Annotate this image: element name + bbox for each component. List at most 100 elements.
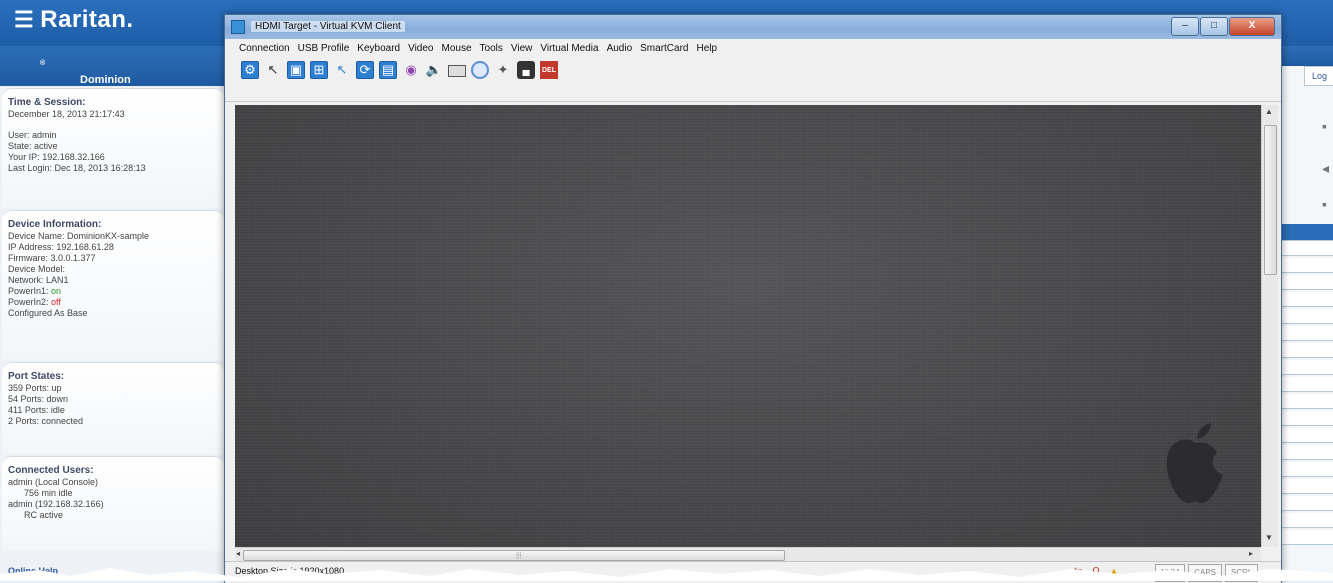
table-row[interactable]	[1282, 292, 1333, 307]
sync-mouse-icon[interactable]: ↖	[333, 61, 351, 79]
minimize-button[interactable]: –	[1171, 17, 1199, 36]
device-configured: Configured As Base	[8, 308, 88, 318]
torn-edge	[0, 568, 1333, 581]
auto-sense-video-icon[interactable]: ▤	[379, 61, 397, 79]
menu-mouse[interactable]: Mouse	[438, 43, 476, 54]
table-row[interactable]	[1282, 411, 1333, 426]
powerin2-status: off	[51, 297, 61, 307]
device-model: Device Model:	[8, 264, 66, 274]
table-row[interactable]	[1282, 428, 1333, 443]
refresh-screen-icon[interactable]: ⟳	[356, 61, 374, 79]
time-session-title: Time & Session:	[8, 97, 86, 108]
shortcut-icon: ▪	[1322, 196, 1327, 212]
time-session-panel: Time & Session: December 18, 2013 21:17:…	[2, 88, 224, 208]
table-row[interactable]	[1282, 360, 1333, 375]
device-name: Device Name: DominionKX-sample	[8, 231, 150, 241]
table-row[interactable]	[1282, 496, 1333, 511]
session-last-login: Last Login: Dec 18, 2013 16:28:13	[8, 163, 146, 173]
device-info-title: Device Information:	[8, 219, 102, 230]
kvm-app-icon	[231, 20, 245, 34]
virtual-media-drive-icon[interactable]	[448, 65, 466, 77]
port-state-line: 411 Ports: idle	[8, 405, 65, 415]
powerin1: PowerIn1: on	[8, 286, 62, 296]
window-title: HDMI Target - Virtual KVM Client	[251, 21, 405, 32]
session-state: State: active	[8, 141, 58, 151]
menu-virtual-media[interactable]: Virtual Media	[536, 43, 602, 54]
kvm-client-window: HDMI Target - Virtual KVM Client – □ X C…	[224, 14, 1282, 583]
screenshot-camera-icon[interactable]: ▄	[517, 61, 535, 79]
window-titlebar[interactable]: HDMI Target - Virtual KVM Client – □ X	[225, 15, 1281, 39]
menu-smartcard[interactable]: SmartCard	[636, 43, 692, 54]
video-settings-icon[interactable]: ◉	[402, 61, 420, 79]
connected-user-line: 756 min idle	[24, 488, 73, 498]
menu-usb-profile[interactable]: USB Profile	[294, 43, 354, 54]
connection-properties-icon[interactable]: ⚙	[241, 61, 259, 79]
table-row[interactable]	[1282, 343, 1333, 358]
menu-tools[interactable]: Tools	[476, 43, 507, 54]
shortcut-icon: ◂	[1322, 160, 1330, 176]
table-row[interactable]	[1282, 241, 1333, 256]
device-ip: IP Address: 192.168.61.28	[8, 242, 114, 252]
device-network: Network: LAN1	[8, 275, 69, 285]
log-tab[interactable]: Log	[1304, 66, 1333, 86]
device-info-panel: Device Information: Device Name: Dominio…	[2, 210, 224, 360]
table-row[interactable]	[1282, 326, 1333, 341]
brand-name: Raritan.	[40, 6, 134, 33]
scroll-left-arrow-icon[interactable]: ◂	[236, 549, 240, 558]
connected-users-title: Connected Users:	[8, 465, 94, 476]
smartcard-icon[interactable]: ✦	[494, 61, 512, 79]
table-row[interactable]	[1282, 258, 1333, 273]
port-state-line: 359 Ports: up	[8, 383, 62, 393]
menu-bar: Connection USB Profile Keyboard Video Mo…	[225, 39, 1281, 57]
scaling-icon[interactable]: ⊞	[310, 61, 328, 79]
session-datetime: December 18, 2013 21:17:43	[8, 109, 125, 119]
port-state-line: 2 Ports: connected	[8, 416, 84, 426]
apple-logo-icon	[1166, 423, 1223, 503]
menu-video[interactable]: Video	[404, 43, 437, 54]
product-bar: Dominion ®	[0, 46, 226, 86]
product-name: Dominion ®	[40, 60, 131, 86]
table-row[interactable]	[1282, 513, 1333, 528]
ctrl-alt-del-icon[interactable]: DEL	[540, 61, 558, 79]
table-row[interactable]	[1282, 445, 1333, 460]
table-row[interactable]	[1282, 224, 1333, 241]
menu-help[interactable]: Help	[693, 43, 722, 54]
vertical-scroll-thumb[interactable]	[1264, 125, 1277, 275]
table-row[interactable]	[1282, 309, 1333, 324]
menu-view[interactable]: View	[507, 43, 537, 54]
audio-icon[interactable]: 🔈	[425, 61, 443, 79]
toolbar: ⚙ ↖ ▣ ⊞ ↖ ⟳ ▤ ◉ 🔈 ✦ ▄ DEL	[225, 57, 1281, 102]
device-firmware: Firmware: 3.0.0.1.377	[8, 253, 96, 263]
table-row[interactable]	[1282, 377, 1333, 392]
raritan-logo: ☰ Raritan.	[14, 6, 134, 34]
menu-connection[interactable]: Connection	[225, 43, 294, 54]
port-state-line: 54 Ports: down	[8, 394, 69, 404]
close-button[interactable]: X	[1229, 17, 1275, 36]
cd-rom-icon[interactable]	[471, 61, 489, 79]
table-row[interactable]	[1282, 530, 1333, 545]
scroll-down-arrow-icon[interactable]: ▼	[1265, 533, 1273, 542]
connected-user-line: RC active	[24, 510, 64, 520]
menu-audio[interactable]: Audio	[603, 43, 637, 54]
connected-users-panel: Connected Users: admin (Local Console) 7…	[2, 456, 224, 551]
scroll-up-arrow-icon[interactable]: ▲	[1265, 107, 1273, 116]
port-states-title: Port States:	[8, 371, 65, 382]
maximize-button[interactable]: □	[1200, 17, 1228, 36]
full-screen-icon[interactable]: ▣	[287, 61, 305, 79]
sidebar: Time & Session: December 18, 2013 21:17:…	[0, 86, 227, 581]
menu-keyboard[interactable]: Keyboard	[353, 43, 404, 54]
remote-desktop-view[interactable]	[235, 105, 1261, 547]
right-header	[1278, 46, 1333, 66]
shortcut-icon: ▪	[1322, 118, 1327, 134]
table-row[interactable]	[1282, 479, 1333, 494]
table-row[interactable]	[1282, 394, 1333, 409]
session-ip: Your IP: 192.168.32.166	[8, 152, 105, 162]
vertical-scrollbar[interactable]: ▲ ▼	[1261, 105, 1278, 547]
raritan-logo-icon: ☰	[14, 7, 35, 32]
connected-user-line: admin (192.168.32.166)	[8, 499, 104, 509]
powerin1-status: on	[51, 286, 62, 296]
single-cursor-icon[interactable]: ↖	[264, 61, 282, 79]
table-row[interactable]	[1282, 462, 1333, 477]
table-row[interactable]	[1282, 275, 1333, 290]
scroll-right-arrow-icon[interactable]: ▸	[1249, 549, 1253, 558]
